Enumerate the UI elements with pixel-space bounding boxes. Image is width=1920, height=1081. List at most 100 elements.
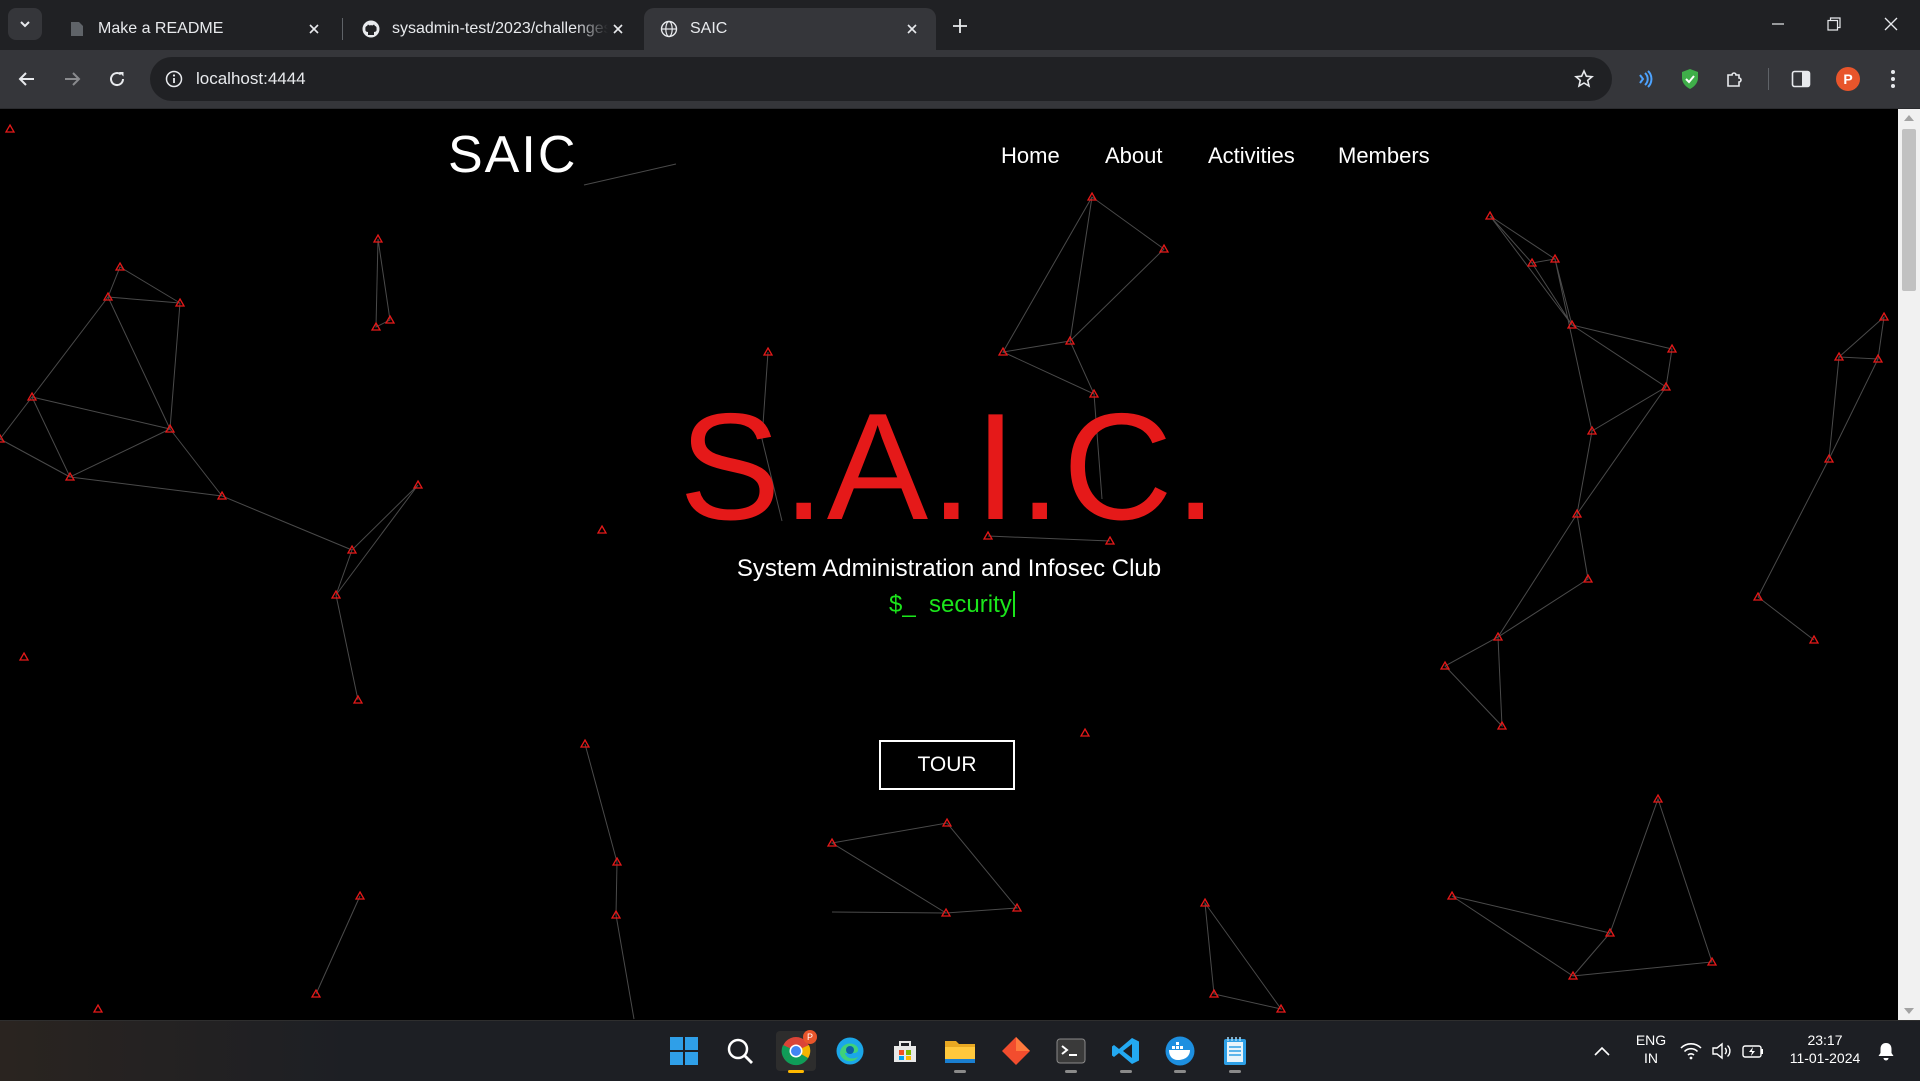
github-icon — [362, 20, 380, 38]
taskbar-file-explorer[interactable] — [940, 1031, 980, 1073]
read-aloud-extension-icon[interactable] — [1630, 64, 1660, 94]
nav-members[interactable]: Members — [1338, 143, 1430, 169]
diamond-app-icon — [1002, 1037, 1030, 1065]
web-page: SAIC Home About Activities Members S.A.I… — [0, 109, 1898, 1020]
restore-button[interactable] — [1811, 6, 1857, 42]
reload-button[interactable] — [100, 62, 134, 96]
taskbar-edge[interactable] — [830, 1031, 870, 1071]
tab-strip: Make a README sysadmin-test/2023/challen… — [0, 0, 1920, 50]
typed-text: $_ security — [889, 591, 1015, 619]
bell-icon — [1878, 1043, 1894, 1061]
close-icon[interactable] — [608, 19, 628, 39]
menu-kebab-icon[interactable] — [1878, 64, 1908, 94]
tab-title: Make a README — [98, 20, 224, 37]
tab-saic[interactable]: SAIC — [644, 8, 936, 50]
plus-icon — [953, 19, 967, 33]
particle-node — [1484, 210, 1496, 220]
tab-search-button[interactable] — [8, 8, 42, 40]
tab-github-challenges[interactable]: sysadmin-test/2023/challenges — [346, 8, 642, 50]
nav-home[interactable]: Home — [1001, 143, 1060, 169]
vscode-icon — [1112, 1038, 1139, 1064]
profile-initial: P — [1843, 71, 1853, 87]
volume-icon — [1712, 1042, 1731, 1060]
docker-icon — [1165, 1036, 1195, 1066]
terminal-prompt: $_ — [889, 591, 916, 618]
side-panel-icon[interactable] — [1786, 64, 1816, 94]
globe-icon — [660, 20, 678, 38]
folder-icon — [945, 1041, 975, 1063]
site-info-icon[interactable] — [162, 67, 186, 91]
url-text[interactable]: localhost:4444 — [196, 69, 306, 89]
windows-taskbar: P ENG IN 23:17 11-01-2024 — [0, 1020, 1920, 1081]
close-icon — [1884, 17, 1898, 31]
chevron-down-icon — [20, 21, 30, 28]
chevron-up-icon — [1594, 1046, 1610, 1056]
store-icon — [894, 1041, 916, 1062]
start-button[interactable] — [664, 1031, 704, 1071]
clock[interactable]: 23:17 11-01-2024 — [1780, 1031, 1870, 1067]
arrow-right-icon — [65, 72, 81, 86]
text-caret — [1012, 591, 1015, 617]
notepad-icon — [1224, 1037, 1246, 1065]
battery-icon — [1742, 1045, 1763, 1058]
reload-icon — [110, 72, 125, 87]
taskbar-terminal[interactable] — [1051, 1031, 1091, 1073]
wifi-icon — [1680, 1043, 1702, 1060]
site-logo[interactable]: SAIC — [448, 125, 577, 185]
nav-activities[interactable]: Activities — [1208, 143, 1295, 169]
new-tab-button[interactable] — [946, 12, 974, 40]
close-window-button[interactable] — [1868, 6, 1914, 42]
terminal-icon — [1056, 1038, 1086, 1064]
forward-button[interactable] — [55, 62, 89, 96]
minimize-button[interactable] — [1755, 6, 1801, 42]
tab-title: SAIC — [690, 20, 728, 37]
region-code: IN — [1644, 1050, 1658, 1066]
profile-avatar[interactable]: P — [1836, 67, 1860, 91]
particle-node — [1079, 727, 1091, 737]
hero-title: S.A.I.C. — [679, 382, 1219, 552]
particle-node — [18, 651, 30, 661]
profile-badge: P — [803, 1030, 817, 1044]
clock-time: 23:17 — [1807, 1032, 1843, 1048]
close-icon[interactable] — [902, 19, 922, 39]
search-icon — [727, 1038, 753, 1064]
bookmark-star-icon[interactable] — [1572, 67, 1596, 91]
taskbar-gitkraken[interactable] — [996, 1031, 1036, 1071]
scrollbar-thumb[interactable] — [1902, 129, 1916, 291]
quick-settings-button[interactable] — [1677, 1031, 1767, 1071]
particle-node — [92, 1003, 104, 1013]
taskbar-docker[interactable] — [1160, 1031, 1200, 1073]
particle-node — [354, 890, 366, 900]
tour-button[interactable]: TOUR — [879, 740, 1015, 790]
document-icon — [68, 20, 86, 38]
address-bar[interactable]: localhost:4444 — [150, 57, 1612, 101]
language-indicator[interactable]: ENG IN — [1628, 1031, 1674, 1067]
tab-make-readme[interactable]: Make a README — [52, 8, 338, 50]
page-scrollbar[interactable] — [1898, 109, 1920, 1020]
nav-about[interactable]: About — [1105, 143, 1163, 169]
show-hidden-icons-button[interactable] — [1582, 1031, 1622, 1071]
search-button[interactable] — [720, 1031, 760, 1071]
arrow-left-icon — [18, 72, 34, 86]
particle-node — [1446, 890, 1458, 900]
edge-icon — [836, 1037, 864, 1065]
tab-title: sysadmin-test/2023/challenges — [392, 20, 608, 37]
restore-icon — [1827, 17, 1841, 31]
shield-extension-icon[interactable] — [1675, 64, 1705, 94]
back-button[interactable] — [10, 62, 44, 96]
notifications-button[interactable] — [1868, 1031, 1904, 1071]
scroll-down-arrow[interactable] — [1904, 1008, 1914, 1014]
close-icon[interactable] — [304, 19, 324, 39]
particle-node — [4, 123, 16, 133]
taskbar-vscode[interactable] — [1106, 1031, 1146, 1073]
taskbar-notepad[interactable] — [1215, 1031, 1255, 1073]
windows-logo-icon — [670, 1037, 698, 1065]
language-code: ENG — [1635, 1032, 1667, 1048]
taskbar-microsoft-store[interactable] — [885, 1031, 925, 1071]
minimize-icon — [1772, 23, 1784, 25]
extensions-puzzle-icon[interactable] — [1720, 64, 1750, 94]
scroll-up-arrow[interactable] — [1904, 115, 1914, 121]
hero-subtitle: System Administration and Infosec Club — [736, 555, 1162, 582]
taskbar-chrome[interactable]: P — [776, 1030, 817, 1073]
clock-date: 11-01-2024 — [1789, 1050, 1861, 1066]
